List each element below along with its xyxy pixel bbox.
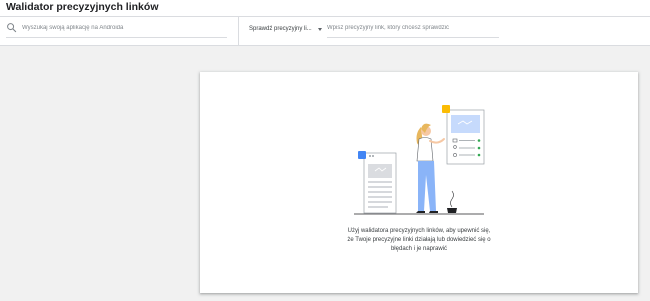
empty-state-illustration xyxy=(354,105,485,215)
message-line: Użyj walidatora precyzyjnych linków, aby… xyxy=(347,228,491,234)
empty-state-message: Użyj walidatora precyzyjnych linków, aby… xyxy=(324,227,514,254)
search-icon xyxy=(7,23,17,33)
deep-link-input[interactable] xyxy=(327,21,499,35)
empty-state-card: Użyj walidatora precyzyjnych linków, aby… xyxy=(200,72,638,293)
toolbar: Sprawdź precyzyjny li... xyxy=(0,17,650,46)
search-box[interactable] xyxy=(6,21,227,38)
search-input[interactable] xyxy=(22,21,222,35)
link-input-box[interactable] xyxy=(327,21,499,38)
message-line: że Twoje precyzyjne linki działają lub d… xyxy=(347,237,491,243)
page-title: Walidator precyzyjnych linków xyxy=(6,1,159,13)
app-header: Walidator precyzyjnych linków xyxy=(0,0,650,17)
link-type-dropdown[interactable]: Sprawdź precyzyjny li... xyxy=(249,23,322,35)
message-line: błędach i je naprawić xyxy=(390,246,448,252)
caret-down-icon xyxy=(317,27,322,31)
toolbar-divider xyxy=(238,17,239,46)
dropdown-selected-label: Sprawdź precyzyjny li... xyxy=(249,26,312,32)
